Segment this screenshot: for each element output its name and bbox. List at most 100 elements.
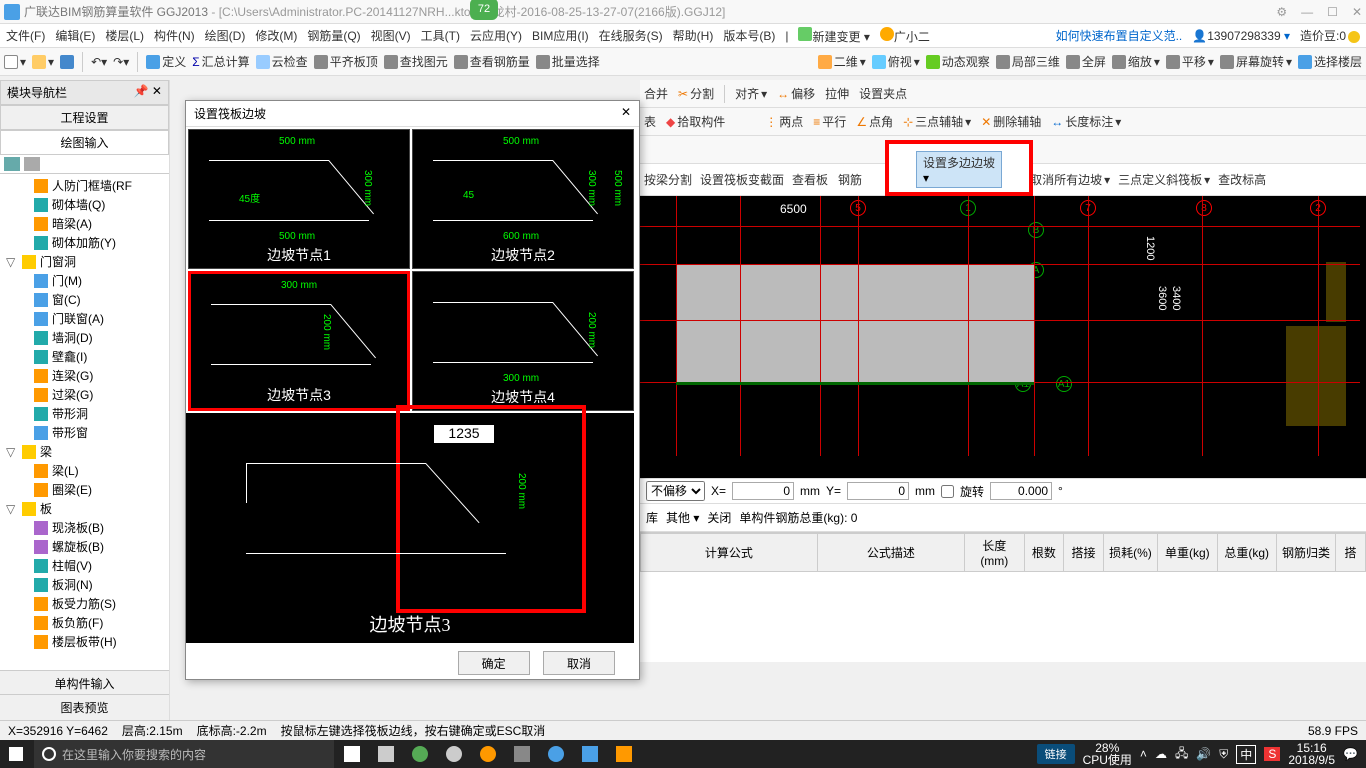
tray-clock[interactable]: 15:162018/9/5 (1288, 742, 1335, 766)
dynamic-view-button[interactable]: 动态观察 (926, 53, 990, 70)
tree-node[interactable]: 圈梁(E) (2, 480, 167, 499)
taskbar-app-4[interactable] (472, 740, 504, 768)
taskbar-app-6[interactable] (540, 740, 572, 768)
dimension-input[interactable]: 1235 (434, 425, 494, 443)
fullscreen-button[interactable]: 全屏 (1066, 53, 1106, 70)
tree-node[interactable]: 螺旋板(B) (2, 537, 167, 556)
select-floor-button[interactable]: 选择楼层 (1298, 53, 1362, 70)
tree-node[interactable]: 板洞(N) (2, 575, 167, 594)
menu-help[interactable]: 帮助(H) (673, 27, 714, 44)
tree-node[interactable]: ▽门窗洞 (2, 252, 167, 271)
tree-node[interactable]: 带形洞 (2, 404, 167, 423)
topview-button[interactable]: 俯视▾ (872, 53, 920, 70)
twopoint-button[interactable]: ⋮两点 (765, 113, 803, 130)
tree-node[interactable]: 板负筋(F) (2, 613, 167, 632)
merge-button[interactable]: 合并 (644, 85, 668, 102)
close-button[interactable]: ✕ (1352, 5, 1362, 19)
tree-node[interactable]: 窗(C) (2, 290, 167, 309)
tree-node[interactable]: 过梁(G) (2, 385, 167, 404)
threeaux-button[interactable]: ⊹三点辅轴▾ (903, 113, 971, 130)
chart-preview-tab[interactable]: 图表预览 (0, 694, 169, 720)
y-input[interactable] (847, 482, 909, 500)
taskbar-app-7[interactable] (574, 740, 606, 768)
tray-ime-s[interactable]: S (1264, 747, 1280, 761)
new-icon[interactable]: ▾ (4, 55, 26, 69)
local3d-button[interactable]: 局部三维 (996, 53, 1060, 70)
menu-bim[interactable]: BIM应用(I) (532, 27, 589, 44)
flat-top-button[interactable]: 平齐板顶 (314, 53, 378, 70)
open-icon[interactable]: ▾ (32, 55, 54, 69)
2d-button[interactable]: 二维▾ (818, 53, 866, 70)
undo-icon[interactable]: ↶▾ (91, 55, 107, 69)
multi-slope-button[interactable]: 设置多边边坡 ▾ (916, 151, 1002, 188)
menu-file[interactable]: 文件(F) (6, 27, 45, 44)
slope-option-4[interactable]: 300 mm200 mm边坡节点4 (412, 271, 634, 411)
taskbar-app-3[interactable] (438, 740, 470, 768)
other-button[interactable]: 其他 ▾ (666, 509, 699, 526)
tree-node[interactable]: 砌体加筋(Y) (2, 233, 167, 252)
offset-select[interactable]: 不偏移 (646, 481, 705, 501)
tray-chevron[interactable]: ˄ (1140, 747, 1147, 761)
new-change-button[interactable]: 新建变更 ▾ (798, 27, 869, 45)
taskbar-search[interactable]: 在这里输入你要搜索的内容 (34, 740, 334, 768)
redo-icon[interactable]: ↷▾ (113, 55, 129, 69)
menu-floor[interactable]: 楼层(L) (105, 27, 144, 44)
taskbar-app-5[interactable] (506, 740, 538, 768)
x-input[interactable] (732, 482, 794, 500)
pan-button[interactable]: 平移▾ (1166, 53, 1214, 70)
dialog-titlebar[interactable]: 设置筏板边坡 ✕ (186, 101, 639, 127)
phone-number[interactable]: 👤13907298339 ▾ (1192, 29, 1290, 43)
delaux-button[interactable]: ✕删除辅轴 (981, 113, 1041, 130)
close-panel-button[interactable]: 关闭 (707, 509, 731, 526)
tree-node[interactable]: 壁龕(I) (2, 347, 167, 366)
help-link[interactable]: 如何快速布置自定义范.. (1056, 27, 1183, 44)
tray-net-icon[interactable]: 🖧 (1175, 744, 1188, 765)
batch-select-button[interactable]: 批量选择 (536, 53, 600, 70)
zoom-button[interactable]: 缩放▾ (1112, 53, 1160, 70)
menu-cloud[interactable]: 云应用(Y) (470, 27, 522, 44)
tree-node[interactable]: 现浇板(B) (2, 518, 167, 537)
view-slab-button[interactable]: 查看板 (792, 171, 828, 188)
tree-node[interactable]: 砌体墙(Q) (2, 195, 167, 214)
threepoint-define-button[interactable]: 三点定义斜筏板 ▾ (1118, 171, 1210, 188)
tree-node[interactable]: ▽梁 (2, 442, 167, 461)
slope-option-1[interactable]: 500 mm500 mm300 mm45度边坡节点1 (188, 129, 410, 269)
set-slope-button[interactable]: 设置筏板变截面 (700, 171, 784, 188)
tray-safe-icon[interactable]: ⛨ (1219, 747, 1228, 762)
list-tab-icon[interactable] (24, 157, 40, 171)
cancel-button[interactable]: 取消 (543, 651, 615, 675)
minimize-button[interactable]: — (1301, 5, 1313, 19)
pick-button[interactable]: ◆拾取构件 (666, 113, 725, 130)
tree-node[interactable]: 墙洞(D) (2, 328, 167, 347)
table-button[interactable]: 表 (644, 113, 656, 130)
slope-option-3[interactable]: 300 mm200 mm边坡节点3 (188, 271, 410, 411)
set-clamp-button[interactable]: 设置夹点 (859, 85, 907, 102)
eng-settings-tab[interactable]: 工程设置 (0, 105, 169, 130)
taskbar-app-8[interactable] (608, 740, 640, 768)
settings-icon[interactable]: ⚙ (1276, 5, 1287, 19)
tree-node[interactable]: 板受力筋(S) (2, 594, 167, 613)
component-tree[interactable]: 人防门框墙(RF砌体墙(Q)暗梁(A)砌体加筋(Y)▽门窗洞门(M)窗(C)门联… (0, 174, 169, 654)
slope-option-2[interactable]: 500 mm600 mm300 mm500 mm45边坡节点2 (412, 129, 634, 269)
menu-edit[interactable]: 编辑(E) (55, 27, 95, 44)
tree-node[interactable]: 暗梁(A) (2, 214, 167, 233)
task-view-icon[interactable] (336, 740, 368, 768)
stretch-button[interactable]: 拉伸 (825, 85, 849, 102)
tray-vol-icon[interactable]: 🔊 (1196, 747, 1211, 761)
tree-tab-icon[interactable] (4, 157, 20, 171)
tray-link[interactable]: 链接 (1037, 744, 1075, 764)
gxe-button[interactable]: 广小二 (880, 27, 930, 45)
split-button[interactable]: ✂分割 (678, 85, 714, 102)
lengthdim-button[interactable]: ↔长度标注▾ (1051, 113, 1121, 130)
menu-rebar[interactable]: 钢筋量(Q) (307, 27, 360, 44)
tree-node[interactable]: ▽板 (2, 499, 167, 518)
tree-node[interactable]: 梁(L) (2, 461, 167, 480)
tree-node[interactable]: 人防门框墙(RF (2, 176, 167, 195)
rotate-checkbox[interactable] (941, 485, 954, 498)
taskbar-app-2[interactable] (404, 740, 436, 768)
find-entity-button[interactable]: 查找图元 (384, 53, 448, 70)
tree-node[interactable]: 连梁(G) (2, 366, 167, 385)
rebar-table[interactable]: 计算公式 公式描述 长度(mm) 根数 搭接 损耗(%) 单重(kg) 总重(k… (640, 532, 1366, 662)
drawing-canvas[interactable]: 6500 5 1 7 8 2 B A A1 A1 1200 3600 3400 (640, 196, 1366, 478)
offset-button[interactable]: ↔偏移 (777, 85, 815, 102)
